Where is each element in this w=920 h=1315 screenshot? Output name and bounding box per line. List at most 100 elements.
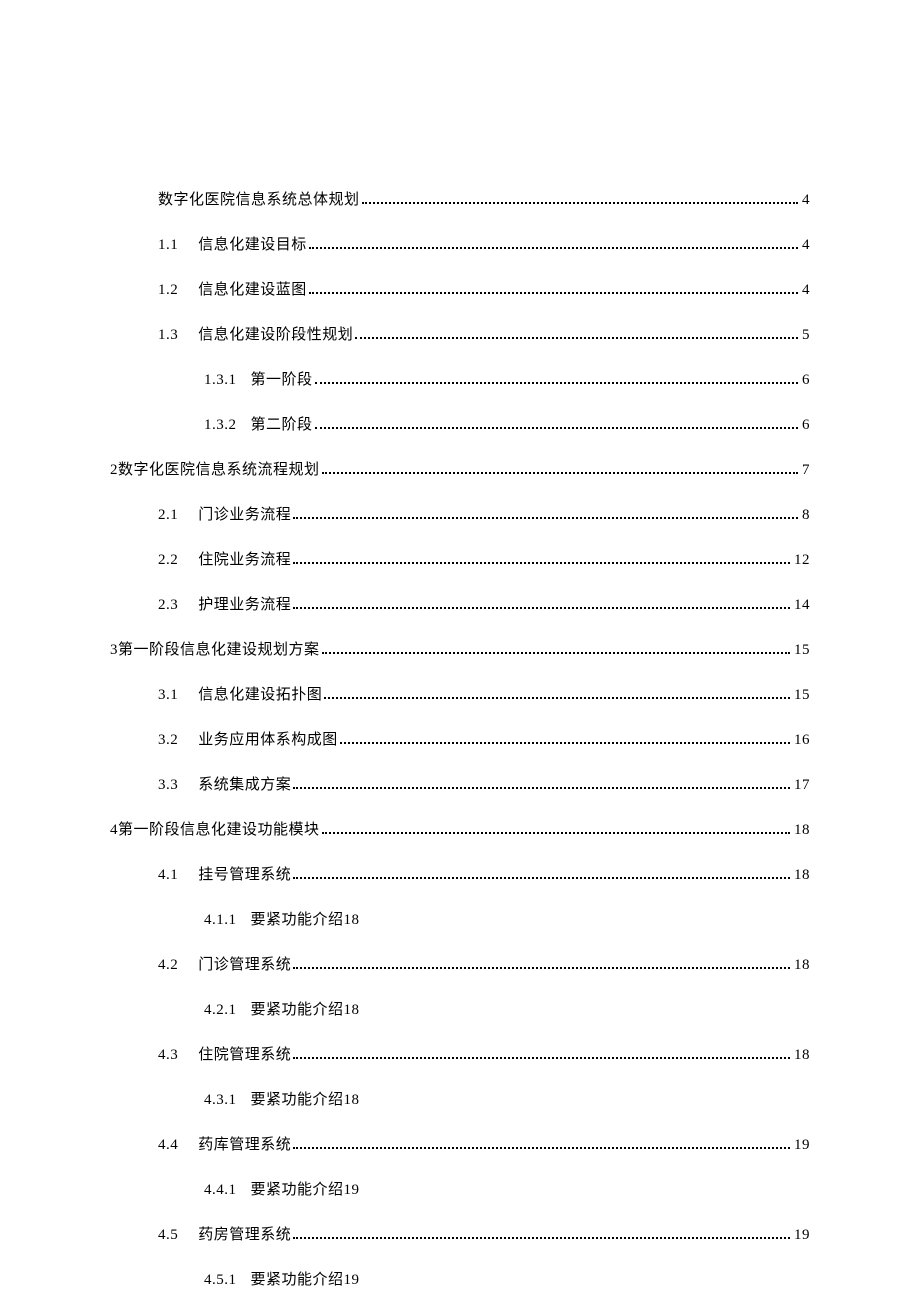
toc-title: 住院管理系统 bbox=[198, 1045, 291, 1066]
toc-entry: 2数字化医院信息系统流程规划7 bbox=[110, 460, 810, 481]
toc-page-number: 15 bbox=[794, 640, 810, 661]
toc-number: 1.3.1 bbox=[204, 370, 237, 391]
toc-number: 1.3.2 bbox=[204, 415, 237, 436]
toc-number: 2.1 bbox=[158, 505, 178, 526]
toc-title: 要紧功能介绍19 bbox=[251, 1180, 360, 1201]
toc-entry: 2.3护理业务流程14 bbox=[110, 595, 810, 616]
toc-page-number: 7 bbox=[802, 460, 810, 481]
toc-entry: 1.3.1 第一阶段 6 bbox=[110, 370, 810, 391]
toc-number: 3.3 bbox=[158, 775, 178, 796]
toc-page-number: 4 bbox=[802, 280, 810, 301]
toc-entry: 数字化医院信息系统总体规划4 bbox=[110, 190, 810, 211]
toc-leader-dots bbox=[293, 599, 790, 610]
toc-title: 第一阶段信息化建设功能模块 bbox=[118, 820, 320, 841]
toc-title: 护理业务流程 bbox=[198, 595, 291, 616]
toc-leader-dots bbox=[315, 374, 798, 385]
toc-title: 信息化建设目标 bbox=[198, 235, 307, 256]
toc-entry: 2.1 门诊业务流程 8 bbox=[110, 505, 810, 526]
toc-page-number: 8 bbox=[802, 505, 810, 526]
toc-page-number: 19 bbox=[794, 1225, 810, 1246]
toc-number: 4.4 bbox=[158, 1135, 178, 1156]
toc-entry: 2.2住院业务流程12 bbox=[110, 550, 810, 571]
toc-number: 3 bbox=[110, 640, 118, 661]
toc-title: 业务应用体系构成图 bbox=[198, 730, 338, 751]
toc-title: 药库管理系统 bbox=[198, 1135, 291, 1156]
toc-entry: 4.4药库管理系统19 bbox=[110, 1135, 810, 1156]
toc-leader-dots bbox=[362, 1184, 806, 1195]
toc-leader-dots bbox=[322, 644, 790, 655]
toc-entry: 3.3 系统集成方案 17 bbox=[110, 775, 810, 796]
toc-title: 挂号管理系统 bbox=[198, 865, 291, 886]
toc-title: 门诊管理系统 bbox=[198, 955, 291, 976]
toc-title: 数字化医院信息系统流程规划 bbox=[118, 460, 320, 481]
toc-leader-dots bbox=[324, 689, 790, 700]
toc-page-number: 18 bbox=[794, 820, 810, 841]
toc-page-number: 14 bbox=[794, 595, 810, 616]
toc-title: 要紧功能介绍18 bbox=[251, 1090, 360, 1111]
toc-page-number: 15 bbox=[794, 685, 810, 706]
toc-number: 4.1 bbox=[158, 865, 178, 886]
toc-number: 3.2 bbox=[158, 730, 178, 751]
toc-entry: 4.2.1 要紧功能介绍18 bbox=[110, 1000, 810, 1021]
toc-page-number: 5 bbox=[802, 325, 810, 346]
toc-number: 4.5.1 bbox=[204, 1270, 237, 1291]
toc-page-number: 4 bbox=[802, 235, 810, 256]
toc-entry: 4.5.1 要紧功能介绍19 bbox=[110, 1270, 810, 1291]
toc-title: 信息化建设蓝图 bbox=[198, 280, 307, 301]
toc-leader-dots bbox=[309, 239, 798, 250]
toc-entry: 4.3住院管理系统18 bbox=[110, 1045, 810, 1066]
toc-entry: 4.2门诊管理系统18 bbox=[110, 955, 810, 976]
toc-entry: 3.2 业务应用体系构成图 16 bbox=[110, 730, 810, 751]
toc-leader-dots bbox=[293, 869, 790, 880]
toc-page-number: 6 bbox=[802, 370, 810, 391]
toc-title: 系统集成方案 bbox=[198, 775, 291, 796]
toc-leader-dots bbox=[315, 419, 798, 430]
toc-entry: 1.3 信息化建设阶段性规划 5 bbox=[110, 325, 810, 346]
toc-title: 要紧功能介绍19 bbox=[251, 1270, 360, 1291]
toc-leader-dots bbox=[293, 779, 790, 790]
toc-title: 数字化医院信息系统总体规划 bbox=[158, 190, 360, 211]
toc-page-number: 17 bbox=[794, 775, 810, 796]
toc-number: 1.1 bbox=[158, 235, 178, 256]
toc-title: 信息化建设拓扑图 bbox=[198, 685, 322, 706]
toc-title: 要紧功能介绍18 bbox=[251, 1000, 360, 1021]
toc-number: 2.2 bbox=[158, 550, 178, 571]
toc-leader-dots bbox=[322, 464, 798, 475]
toc-title: 要紧功能介绍18 bbox=[251, 910, 360, 931]
toc-leader-dots bbox=[362, 1274, 806, 1285]
toc-page-number: 18 bbox=[794, 955, 810, 976]
toc-entry: 3.1信息化建设拓扑图15 bbox=[110, 685, 810, 706]
toc-title: 信息化建设阶段性规划 bbox=[198, 325, 353, 346]
toc-leader-dots bbox=[293, 959, 790, 970]
toc-number: 1.3 bbox=[158, 325, 178, 346]
toc-page-number: 6 bbox=[802, 415, 810, 436]
toc-title: 药房管理系统 bbox=[198, 1225, 291, 1246]
toc-leader-dots bbox=[293, 1229, 790, 1240]
toc-entry: 4.4.1 要紧功能介绍19 bbox=[110, 1180, 810, 1201]
toc-leader-dots bbox=[293, 1139, 790, 1150]
toc-leader-dots bbox=[362, 1004, 806, 1015]
toc-number: 4.5 bbox=[158, 1225, 178, 1246]
toc-page: 数字化医院信息系统总体规划41.1信息化建设目标41.2信息化建设蓝图41.3信… bbox=[110, 190, 810, 1315]
toc-page-number: 16 bbox=[794, 730, 810, 751]
toc-entry: 1.1 信息化建设目标 4 bbox=[110, 235, 810, 256]
toc-title: 第一阶段信息化建设规划方案 bbox=[118, 640, 320, 661]
toc-number: 4.4.1 bbox=[204, 1180, 237, 1201]
toc-leader-dots bbox=[293, 509, 798, 520]
toc-entry: 1.3.2 第二阶段 6 bbox=[110, 415, 810, 436]
toc-number: 4.2.1 bbox=[204, 1000, 237, 1021]
toc-page-number: 12 bbox=[794, 550, 810, 571]
toc-entry: 4.5 药房管理系统 19 bbox=[110, 1225, 810, 1246]
toc-title: 第二阶段 bbox=[251, 415, 313, 436]
toc-leader-dots bbox=[309, 284, 798, 295]
toc-leader-dots bbox=[293, 554, 790, 565]
toc-number: 4.3.1 bbox=[204, 1090, 237, 1111]
toc-entry: 1.2信息化建设蓝图4 bbox=[110, 280, 810, 301]
toc-title: 门诊业务流程 bbox=[198, 505, 291, 526]
toc-leader-dots bbox=[362, 194, 798, 205]
toc-leader-dots bbox=[362, 914, 806, 925]
toc-list: 数字化医院信息系统总体规划41.1信息化建设目标41.2信息化建设蓝图41.3信… bbox=[110, 190, 810, 1291]
toc-leader-dots bbox=[293, 1049, 790, 1060]
toc-entry: 4.3.1 要紧功能介绍18 bbox=[110, 1090, 810, 1111]
toc-title: 第一阶段 bbox=[251, 370, 313, 391]
